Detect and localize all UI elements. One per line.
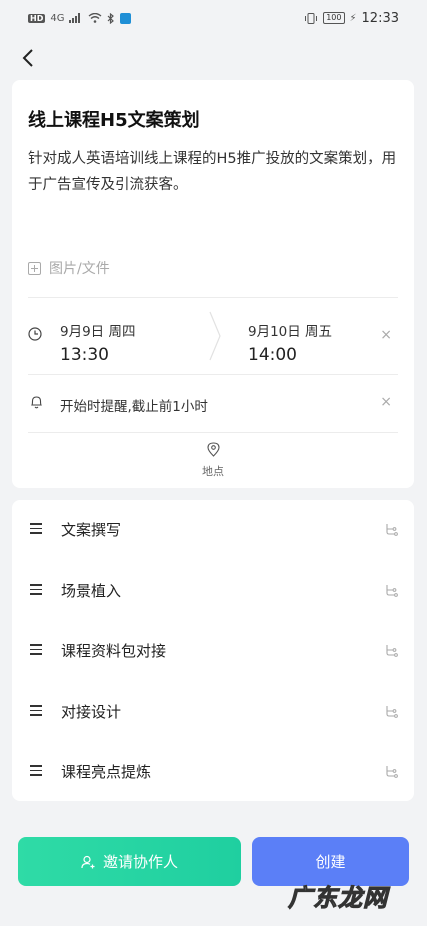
status-time: 12:33 xyxy=(361,10,399,26)
network-type: 4G xyxy=(50,12,65,24)
subtask-label: 对接设计 xyxy=(61,703,122,721)
list-item[interactable]: 文案撰写 xyxy=(12,500,414,560)
end-time[interactable]: 9月10日 周五 14:00 xyxy=(248,320,332,365)
branch-icon[interactable] xyxy=(384,643,398,657)
task-description[interactable]: 针对成人英语培训线上课程的H5推广投放的文案策划，用于广告宣传及引流获客。 xyxy=(28,146,398,198)
subtask-label: 课程亮点提炼 xyxy=(61,763,152,781)
chevron-right-icon xyxy=(209,311,221,361)
list-item[interactable]: 课程亮点提炼 xyxy=(12,742,414,802)
location-label: 地点 xyxy=(202,465,224,478)
reminder-row[interactable]: 开始时提醒,截止前1小时 × xyxy=(12,375,414,432)
clock-icon xyxy=(28,327,42,341)
reminder-text: 开始时提醒,截止前1小时 xyxy=(60,399,208,415)
subtask-list: 文案撰写 场景植入 课程资料包对接 对接设计 课程亮点提炼 xyxy=(12,500,414,801)
branch-icon[interactable] xyxy=(384,583,398,597)
drag-handle-icon[interactable] xyxy=(30,644,42,655)
drag-handle-icon[interactable] xyxy=(30,765,42,776)
end-time-label: 14:00 xyxy=(248,345,297,365)
subtask-label: 文案撰写 xyxy=(61,521,122,539)
status-right: 100 ⚡ 12:33 xyxy=(304,11,399,26)
app-notification-icon xyxy=(120,12,132,24)
subtask-label: 课程资料包对接 xyxy=(61,642,167,660)
drag-handle-icon[interactable] xyxy=(30,584,42,595)
attachment-button[interactable]: 图片/文件 xyxy=(28,258,110,278)
add-attachment-icon xyxy=(28,261,41,275)
branch-icon[interactable] xyxy=(384,522,398,536)
wifi-icon xyxy=(89,13,102,23)
invite-label: 邀请协作人 xyxy=(102,853,178,871)
location-pin-icon xyxy=(206,442,220,457)
end-date-label: 9月10日 周五 xyxy=(248,324,333,340)
chevron-left-icon xyxy=(22,49,33,67)
list-item[interactable]: 场景植入 xyxy=(12,561,414,621)
task-card: 线上课程H5文案策划 针对成人英语培训线上课程的H5推广投放的文案策划，用于广告… xyxy=(12,80,414,488)
branch-icon[interactable] xyxy=(384,764,398,778)
list-item[interactable]: 对接设计 xyxy=(12,682,414,742)
hd-badge: HD xyxy=(28,13,46,23)
user-add-icon xyxy=(81,855,95,868)
clear-time-button[interactable]: × xyxy=(380,327,392,343)
bell-icon xyxy=(31,396,42,409)
attachment-label: 图片/文件 xyxy=(49,261,110,277)
status-left: HD 4G xyxy=(28,12,132,24)
battery-icon: 100 xyxy=(323,12,345,24)
bluetooth-icon xyxy=(108,12,115,24)
back-button[interactable] xyxy=(14,44,42,72)
drag-handle-icon[interactable] xyxy=(30,705,42,716)
charging-icon: ⚡ xyxy=(349,12,357,24)
invite-collaborator-button[interactable]: 邀请协作人 xyxy=(18,837,241,886)
start-date-label: 9月9日 周四 xyxy=(60,324,136,340)
task-title[interactable]: 线上课程H5文案策划 xyxy=(28,106,200,132)
drag-handle-icon[interactable] xyxy=(30,523,42,534)
vibrate-icon xyxy=(305,12,318,24)
start-time-label: 13:30 xyxy=(60,345,109,365)
divider xyxy=(28,432,398,433)
subtask-label: 场景植入 xyxy=(61,582,122,600)
start-time[interactable]: 9月9日 周四 13:30 xyxy=(60,320,135,365)
branch-icon[interactable] xyxy=(384,704,398,718)
location-button[interactable]: 地点 xyxy=(12,442,414,479)
clear-reminder-button[interactable]: × xyxy=(380,394,392,410)
status-bar: HD 4G 100 ⚡ 12:33 xyxy=(0,0,427,36)
signal-icon xyxy=(69,13,81,23)
create-label: 创建 xyxy=(315,853,346,871)
list-item[interactable]: 课程资料包对接 xyxy=(12,621,414,681)
time-range[interactable]: 9月9日 周四 13:30 9月10日 周五 14:00 × xyxy=(12,298,414,374)
watermark: 广东龙网 xyxy=(288,883,388,913)
